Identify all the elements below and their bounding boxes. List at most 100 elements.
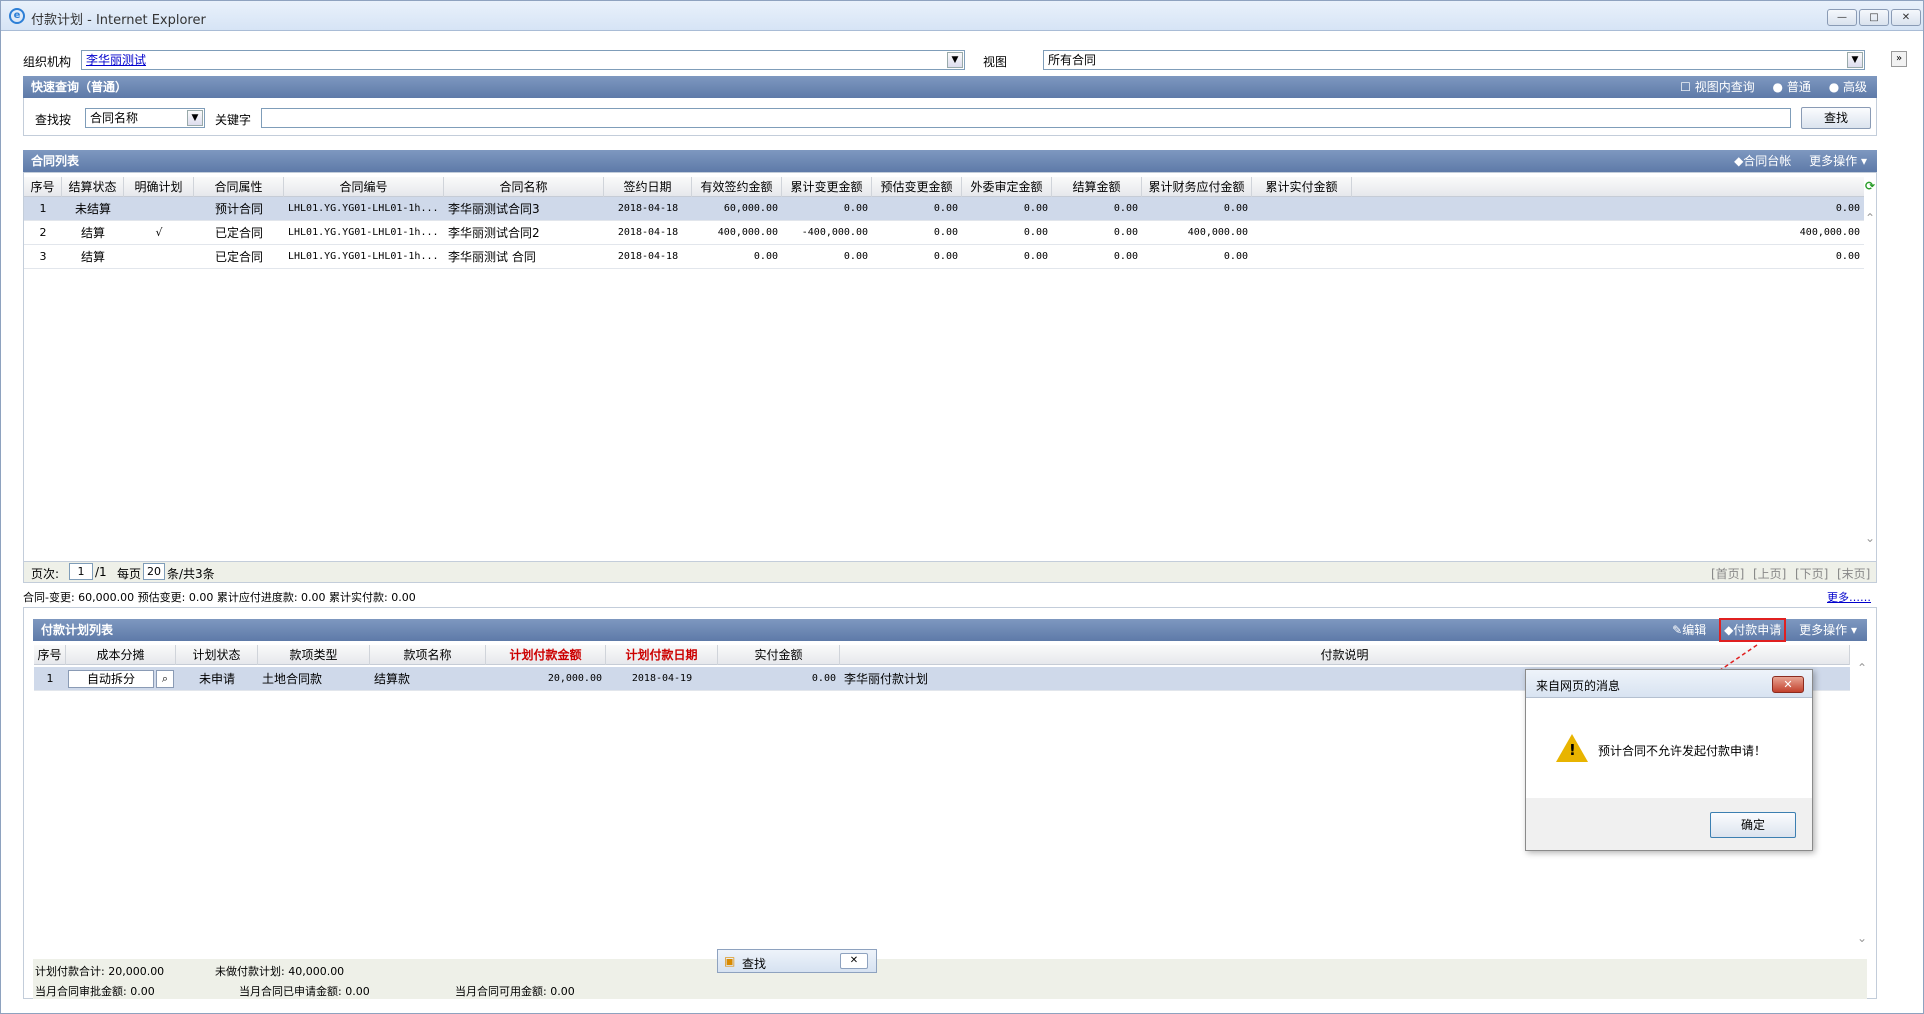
minimize-button[interactable]: — (1827, 9, 1857, 26)
chevron-down-icon[interactable]: ▼ (947, 52, 963, 68)
advanced-radio[interactable]: ● 高级 (1829, 80, 1867, 94)
find-close-button[interactable]: ✕ (840, 953, 868, 969)
cell: LHL01.YG.YG01-LHL01-1h... (288, 251, 439, 262)
plan-list-actions: ✎编辑 ◆付款申请 更多操作 ▾ (1658, 618, 1857, 642)
cell: 400,000.00 (717, 227, 778, 238)
payment-apply-button[interactable]: ◆付款申请 (1719, 618, 1787, 642)
org-label: 组织机构 (23, 55, 72, 69)
pager-suffix: 条/共3条 (167, 567, 215, 581)
contract-more-button[interactable]: 更多操作 ▾ (1809, 154, 1867, 168)
prev-page-link[interactable]: [上页] (1753, 565, 1786, 582)
col-header[interactable]: 计划状态 (176, 645, 258, 665)
quick-query-title: 快速查询（普通） (31, 80, 128, 94)
col-header[interactable]: 累计财务应付金额 (1142, 177, 1252, 197)
more-link[interactable]: 更多…… (1827, 589, 1871, 605)
chevron-down-icon[interactable]: ▼ (187, 110, 203, 126)
find-label: 查找 (742, 957, 767, 971)
close-window-button[interactable]: ✕ (1891, 9, 1921, 26)
col-header[interactable]: 成本分摊 (66, 645, 176, 665)
scroll-down-icon[interactable]: ⌄ (1857, 931, 1867, 945)
cell: 2018-04-18 (617, 227, 679, 238)
search-button[interactable]: 查找 (1801, 107, 1871, 129)
cell: 预计合同 (214, 202, 263, 216)
col-header[interactable]: 有效签约金额 (692, 177, 782, 197)
dialog-titlebar: 来自网页的消息 ✕ (1526, 670, 1812, 698)
dialog-close-button[interactable]: ✕ (1772, 676, 1804, 693)
auto-split-button[interactable]: 自动拆分 (68, 670, 154, 688)
contract-list-bar: 合同列表 ◆合同台帐 更多操作 ▾ (23, 150, 1877, 172)
view-label: 视图 (983, 55, 1008, 69)
ie-window: e 付款计划 - Internet Explorer — □ ✕ » 组织机构 … (0, 0, 1924, 1014)
col-header[interactable]: 明确计划 (124, 177, 194, 197)
col-header[interactable]: 合同名称 (444, 177, 604, 197)
find-by-select[interactable]: 合同名称 ▼ (85, 108, 205, 128)
col-header[interactable]: 款项类型 (258, 645, 370, 665)
ledger-button[interactable]: ◆合同台帐 (1734, 154, 1791, 168)
collapse-panel-icon[interactable]: » (1891, 51, 1907, 67)
scroll-down-icon[interactable]: ⌄ (1865, 531, 1875, 545)
per-page-input[interactable]: 20 (143, 563, 165, 580)
col-header[interactable]: 实付金额 (718, 645, 840, 665)
col-header[interactable]: 累计变更金额 (782, 177, 872, 197)
col-header[interactable]: 序号 (34, 645, 66, 665)
col-header[interactable]: 序号 (24, 177, 62, 197)
org-select[interactable]: 李华丽测试 ▼ (81, 50, 965, 70)
ok-button[interactable]: 确定 (1710, 812, 1796, 838)
col-header[interactable]: 累计实付金额 (1252, 177, 1352, 197)
col-header[interactable]: 结算状态 (62, 177, 124, 197)
cell: 未结算 (74, 202, 111, 216)
magnifier-icon[interactable]: ⌕ (156, 670, 174, 688)
col-header[interactable]: 合同编号 (284, 177, 444, 197)
cell: 0.00 (1835, 203, 1860, 214)
org-value[interactable]: 李华丽测试 (86, 53, 146, 67)
col-header[interactable]: 外委审定金额 (962, 177, 1052, 197)
table-row[interactable]: 3 结算 已定合同 LHL01.YG.YG01-LHL01-1h... 李华丽测… (24, 245, 1864, 269)
col-header[interactable]: 合同属性 (194, 177, 284, 197)
col-header[interactable]: 款项名称 (370, 645, 486, 665)
next-page-link[interactable]: [下页] (1795, 565, 1828, 582)
scroll-up-icon[interactable]: ⌃ (1857, 661, 1867, 675)
col-header[interactable]: 签约日期 (604, 177, 692, 197)
col-header[interactable]: 结算金额 (1052, 177, 1142, 197)
cell: 20,000.00 (547, 673, 602, 684)
col-header[interactable]: 计划付款金额 (486, 645, 606, 665)
cell: 1 (46, 672, 54, 685)
chevron-down-icon[interactable]: ▼ (1847, 52, 1863, 68)
plan-more-button[interactable]: 更多操作 ▾ (1799, 623, 1857, 637)
maximize-button[interactable]: □ (1859, 9, 1889, 26)
col-header[interactable]: 计划付款日期 (606, 645, 718, 665)
cell: 2018-04-18 (617, 203, 679, 214)
table-row[interactable]: 2 结算 √ 已定合同 LHL01.YG.YG01-LHL01-1h... 李华… (24, 221, 1864, 245)
keyword-input[interactable] (261, 108, 1791, 128)
cell: 2018-04-18 (617, 251, 679, 262)
refresh-icon[interactable]: ⟳ (1865, 179, 1875, 193)
cell: 0.00 (1023, 203, 1048, 214)
contract-list-actions: ◆合同台帐 更多操作 ▾ (1720, 150, 1867, 172)
view-select[interactable]: 所有合同 ▼ (1043, 50, 1865, 70)
unplanned-total: 未做付款计划: 40,000.00 (215, 965, 345, 978)
table-row[interactable]: 1 未结算 预计合同 LHL01.YG.YG01-LHL01-1h... 李华丽… (24, 197, 1864, 221)
dialog-title: 来自网页的消息 (1536, 679, 1621, 693)
cell: 0.00 (1223, 203, 1248, 214)
last-page-link[interactable]: [末页] (1837, 565, 1870, 582)
scroll-up-icon[interactable]: ⌃ (1865, 211, 1875, 225)
cell: 0.00 (843, 203, 868, 214)
in-view-checkbox[interactable]: ☐ 视图内查询 (1680, 80, 1755, 94)
pager-total-pages: /1 (95, 565, 107, 579)
edit-button[interactable]: ✎编辑 (1672, 623, 1706, 637)
window-title: 付款计划 - Internet Explorer (31, 13, 206, 28)
col-header[interactable]: 预估变更金额 (872, 177, 962, 197)
first-page-link[interactable]: [首页] (1711, 565, 1744, 582)
page-input[interactable]: 1 (69, 563, 93, 580)
cell: 0.00 (1113, 203, 1138, 214)
title-bar: e 付款计划 - Internet Explorer — □ ✕ (1, 1, 1923, 31)
cell: 李华丽测试合同2 (448, 226, 540, 240)
ie-logo-icon: e (9, 8, 25, 24)
contract-summary: 合同-变更: 60,000.00 预估变更: 0.00 累计应付进度款: 0.0… (23, 591, 416, 604)
cell: 0.00 (1113, 251, 1138, 262)
contract-list-title: 合同列表 (31, 154, 80, 168)
cell: 2018-04-19 (631, 673, 693, 684)
available-total: 当月合同可用金额: 0.00 (455, 985, 575, 998)
normal-radio[interactable]: ● 普通 (1773, 80, 1811, 94)
cell: 2 (39, 226, 47, 239)
